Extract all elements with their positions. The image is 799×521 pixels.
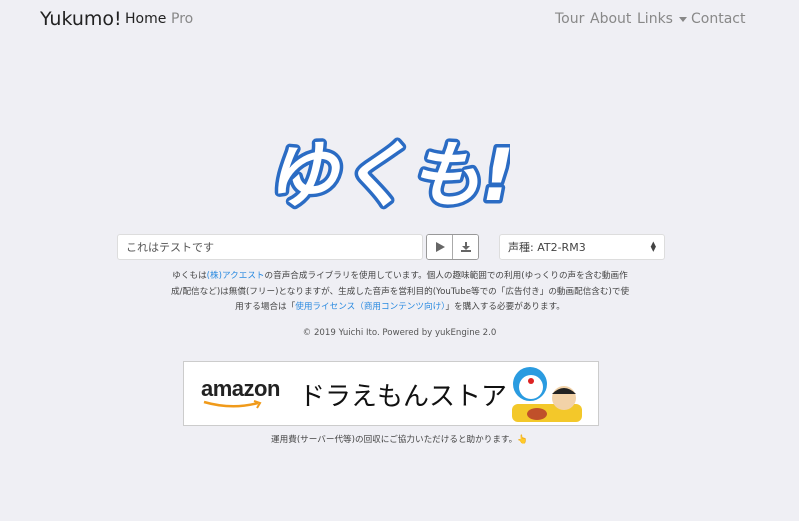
- brand-link[interactable]: Yukumo!: [40, 8, 122, 30]
- support-message: 運用費(サーバー代等)の回収にご協力いただけると助かります。👆: [271, 435, 528, 445]
- amazon-logo: amazon: [201, 376, 280, 401]
- amazon-smile-icon: [203, 400, 262, 409]
- banner-title: ドラえもんストア: [299, 382, 508, 412]
- action-button-group: [426, 234, 479, 260]
- copyright: © 2019 Yuichi Ito. Powered by yukEngine …: [302, 328, 497, 338]
- nav-links-label: Links: [637, 11, 673, 27]
- nav-contact[interactable]: Contact: [691, 11, 745, 27]
- nav-home[interactable]: Home: [125, 11, 166, 27]
- aquest-link[interactable]: (株)アクエスト: [207, 271, 265, 281]
- license-link[interactable]: 使用ライセンス（商用コンテンツ向け）: [295, 302, 445, 312]
- nav-about[interactable]: About: [590, 11, 631, 27]
- notice-text: 」を購入する必要があります。: [445, 302, 565, 312]
- amazon-banner[interactable]: amazon ドラえもんストア: [183, 361, 599, 426]
- voice-select-value: 声種: AT2-RM3: [508, 241, 586, 254]
- play-button[interactable]: [427, 235, 452, 259]
- notice-text: ゆくもは: [172, 271, 207, 281]
- nav-links-dropdown[interactable]: Links: [637, 11, 687, 27]
- doraemon-image: [512, 367, 582, 422]
- nav-pro[interactable]: Pro: [171, 11, 193, 27]
- download-icon: [460, 242, 471, 252]
- play-icon: [435, 242, 445, 252]
- voice-select[interactable]: 声種: AT2-RM3 ▲ ▼: [499, 234, 665, 260]
- download-button[interactable]: [452, 235, 478, 259]
- caret-down-icon: [678, 16, 687, 22]
- yukumo-logo: ゆくも!: [270, 130, 510, 219]
- usage-notice: ゆくもは(株)アクエストの音声合成ライブラリを使用しています。個人の趣味範囲での…: [170, 269, 630, 316]
- svg-text:ゆくも!: ゆくも!: [270, 133, 510, 217]
- navbar: Yukumo! Home Pro Tour About Links Contac…: [0, 0, 799, 38]
- nav-tour[interactable]: Tour: [555, 11, 584, 27]
- updown-arrows-icon: ▲ ▼: [650, 240, 656, 253]
- text-input[interactable]: [117, 234, 423, 260]
